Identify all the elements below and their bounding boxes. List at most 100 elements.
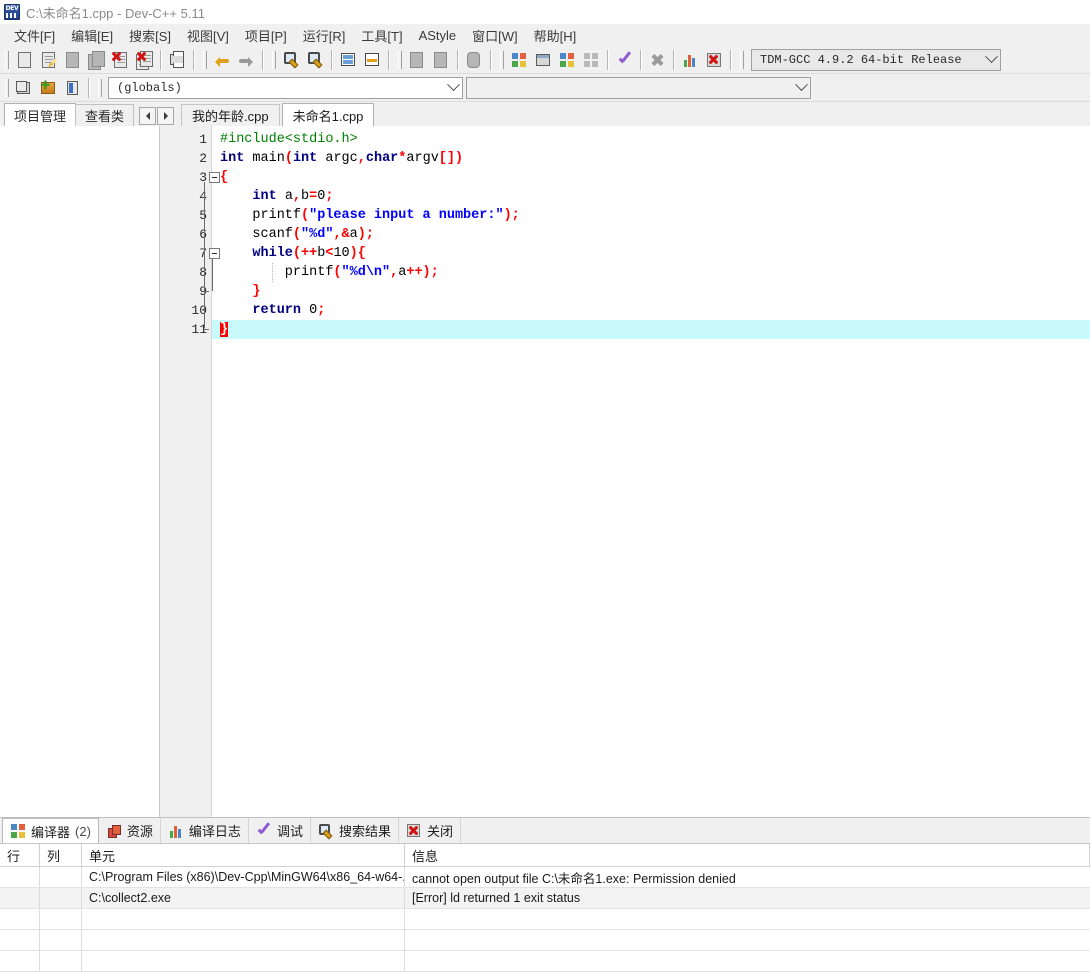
menu-view[interactable]: 视图[V] [179,24,237,47]
toolbar-separator [490,49,491,70]
menu-project[interactable]: 项目[P] [237,24,295,47]
menu-astyle[interactable]: AStyle [411,26,465,45]
goto-function-icon[interactable] [360,48,384,72]
code-token: } [220,322,229,337]
dock-tab-compiler-count: (2) [75,823,91,839]
toolbar-grip[interactable] [3,77,10,99]
save-all-icon[interactable] [84,48,108,72]
compile-run-icon[interactable] [612,48,636,72]
toolbar-grip[interactable] [96,77,103,99]
close-file-icon[interactable] [108,48,132,72]
dock-tab-close[interactable]: 关闭 [399,818,461,843]
toolbar-grip[interactable] [3,49,10,71]
dock-tab-debug[interactable]: 调试 [249,818,311,843]
scope-dropdown[interactable]: (globals) [108,76,463,99]
tab-project-manager[interactable]: 项目管理 [4,103,77,126]
toolbar-grip[interactable] [270,49,277,71]
goto-line-icon[interactable] [336,48,360,72]
save-icon[interactable] [60,48,84,72]
code-area[interactable]: #include<stdio.h> int main(int argc,char*… [212,126,1090,817]
cell-col [40,888,82,908]
dock-tab-compiler[interactable]: 编译器 (2) [2,818,99,843]
tab-nav-buttons [139,107,175,125]
table-header-row: 行 列 单元 信息 [0,844,1090,867]
menu-file[interactable]: 文件[F] [6,24,63,47]
tab-class-browser[interactable]: 查看类 [75,104,135,126]
code-line[interactable]: int main(int argc,char*argv[]) [212,149,1090,168]
code-token: ); [503,208,520,223]
abort-icon[interactable] [645,48,669,72]
replace-icon[interactable] [303,48,327,72]
fold-toggle-icon[interactable] [209,172,220,183]
chevron-down-icon [445,78,462,98]
editor-tab-my-age[interactable]: 我的年龄.cpp [181,104,280,126]
redo-icon[interactable] [234,48,258,72]
menu-window[interactable]: 窗口[W] [464,24,526,47]
toolbar-grip[interactable] [738,49,745,71]
code-line[interactable]: } [212,320,1090,339]
code-token: int [252,189,277,204]
delete-profile-icon[interactable] [702,48,726,72]
compiler-error-table[interactable]: 行 列 单元 信息 C:\Program Files (x86)\Dev-Cpp… [0,844,1090,972]
dock-tab-log[interactable]: 编译日志 [161,818,249,843]
fold-toggle-icon[interactable] [209,248,220,259]
project-panel[interactable] [0,126,160,817]
toolbar-grip[interactable] [201,49,208,71]
menu-run[interactable]: 运行[R] [295,24,354,47]
menu-edit[interactable]: 编辑[E] [63,24,121,47]
menu-help[interactable]: 帮助[H] [526,24,585,47]
toolbar-grip[interactable] [396,49,403,71]
new-file-icon[interactable] [12,48,36,72]
table-row-empty[interactable] [0,909,1090,930]
project-manager-icon[interactable] [555,48,579,72]
editor-tab-untitled1[interactable]: 未命名1.cpp [281,103,375,126]
tab-scroll-left-icon[interactable] [139,107,157,125]
table-row-empty[interactable] [0,951,1090,972]
undo-icon[interactable] [210,48,234,72]
code-line[interactable]: #include<stdio.h> [212,130,1090,149]
menu-search[interactable]: 搜索[S] [121,24,179,47]
browse-icon[interactable] [60,76,84,100]
project-options-icon[interactable] [531,48,555,72]
cell-empty [40,951,82,971]
tab-scroll-right-icon[interactable] [157,107,175,125]
code-line[interactable]: return 0; [212,301,1090,320]
code-line[interactable]: printf("please input a number:"); [212,206,1090,225]
table-row[interactable]: C:\Program Files (x86)\Dev-Cpp\MinGW64\x… [0,867,1090,888]
code-line[interactable]: printf("%d\n",a++); [212,263,1090,282]
dock-tab-resources[interactable]: 资源 [99,818,161,843]
code-line[interactable]: while(++b<10){ [212,244,1090,263]
code-line[interactable]: scanf("%d",&a); [212,225,1090,244]
member-dropdown[interactable] [466,76,811,99]
toggle-icon[interactable] [462,48,486,72]
close-all-icon[interactable] [132,48,156,72]
fold-guide [204,329,209,330]
close-icon [406,823,422,839]
compiler-set-dropdown[interactable]: TDM-GCC 4.9.2 64-bit Release [751,48,1001,71]
add-member-icon[interactable] [36,76,60,100]
open-file-icon[interactable] [36,48,60,72]
find-icon[interactable] [279,48,303,72]
code-line[interactable]: int a,b=0; [212,187,1090,206]
menu-tools[interactable]: 工具[T] [353,24,410,47]
cell-unit: C:\Program Files (x86)\Dev-Cpp\MinGW64\x… [82,867,405,887]
toolbar-grip[interactable] [498,49,505,71]
code-token: ; [317,303,326,318]
code-line[interactable]: } [212,282,1090,301]
table-row-empty[interactable] [0,930,1090,951]
new-class-icon[interactable] [12,76,36,100]
code-line[interactable]: { [212,168,1090,187]
header-line: 行 [0,844,40,866]
tiles-icon[interactable] [579,48,603,72]
toolbar-separator [262,49,263,70]
forward-icon[interactable] [429,48,453,72]
new-project-icon[interactable] [507,48,531,72]
dock-tab-find[interactable]: 搜索结果 [311,818,399,843]
code-editor[interactable]: 1234567891011 #include<stdio.h>int main(… [160,126,1090,817]
profile-icon[interactable] [678,48,702,72]
table-row[interactable]: C:\collect2.exe [Error] ld returned 1 exi… [0,888,1090,909]
back-icon[interactable] [405,48,429,72]
dock-tab-debug-label: 调试 [276,824,303,839]
print-icon[interactable] [165,48,189,72]
